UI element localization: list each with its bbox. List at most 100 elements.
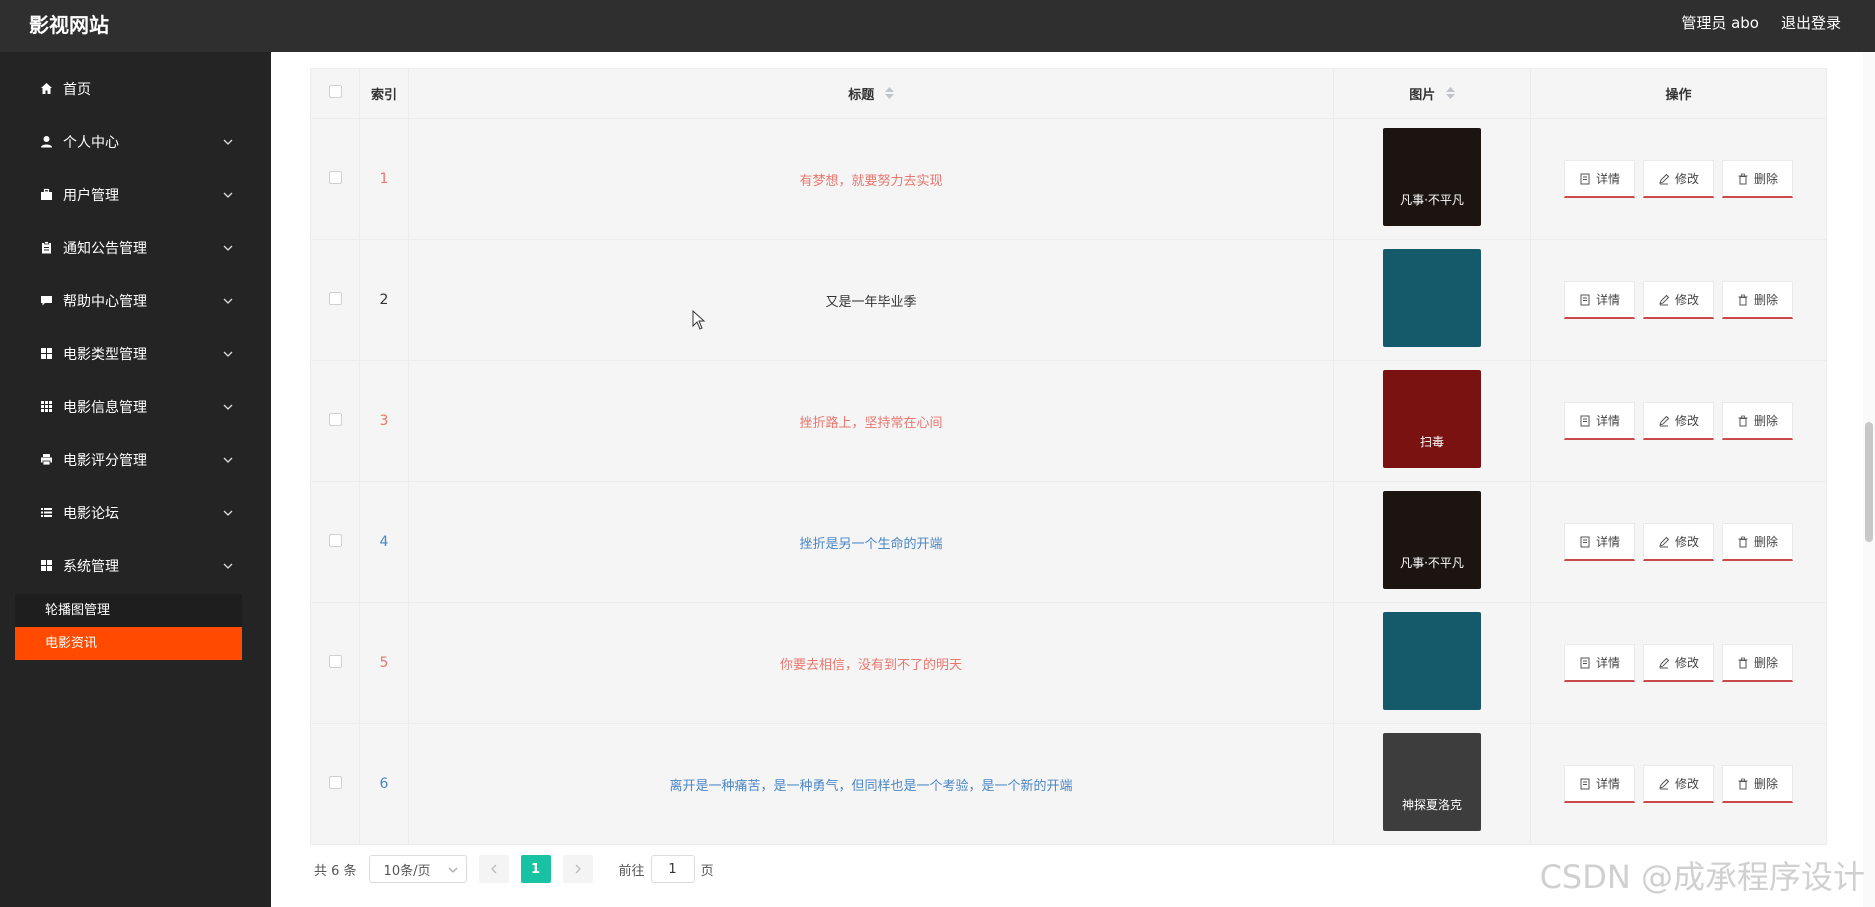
goto-page-input[interactable] xyxy=(650,855,695,883)
detail-button[interactable]: 详情 xyxy=(1563,160,1635,198)
detail-button[interactable]: 详情 xyxy=(1563,765,1635,803)
row-select-cell[interactable] xyxy=(310,602,360,724)
logout-button[interactable]: 退出登录 xyxy=(1781,12,1841,33)
edit-button[interactable]: 修改 xyxy=(1642,281,1714,319)
sidebar-item-label: 首页 xyxy=(63,81,91,98)
chevron-down-icon xyxy=(223,561,233,571)
poster-image[interactable] xyxy=(1383,612,1481,710)
sidebar-item-label: 电影论坛 xyxy=(63,505,119,522)
sort-icon[interactable] xyxy=(884,87,894,103)
row-checkbox[interactable] xyxy=(328,291,342,305)
sidebar-item[interactable]: 电影评分管理 xyxy=(0,433,271,486)
row-select-cell[interactable] xyxy=(310,723,360,845)
chevron-down-icon xyxy=(223,455,233,465)
delete-button[interactable]: 删除 xyxy=(1722,160,1794,198)
sidebar-item[interactable]: 个人中心 xyxy=(0,115,271,168)
edit-button[interactable]: 修改 xyxy=(1642,644,1714,682)
user-icon xyxy=(39,135,53,149)
list-icon xyxy=(39,506,53,520)
watermark: CSDN @成承程序设计 xyxy=(1539,858,1865,896)
edit-button[interactable]: 修改 xyxy=(1642,523,1714,561)
chevron-down-icon xyxy=(223,190,233,200)
poster-image[interactable]: 凡事·不平凡 xyxy=(1383,128,1481,226)
row-index: 6 xyxy=(359,723,409,845)
grid-icon xyxy=(39,559,53,573)
sort-icon[interactable] xyxy=(1445,87,1455,103)
poster-image[interactable] xyxy=(1383,249,1481,347)
delete-button[interactable]: 删除 xyxy=(1722,765,1794,803)
detail-button[interactable]: 详情 xyxy=(1563,281,1635,319)
poster-image[interactable]: 扫毒 xyxy=(1383,370,1481,468)
next-page-button[interactable] xyxy=(562,855,593,883)
row-actions: 详情 修改 删除 xyxy=(1530,118,1827,240)
row-checkbox[interactable] xyxy=(328,654,342,668)
poster-image[interactable]: 凡事·不平凡 xyxy=(1383,491,1481,589)
header-title[interactable]: 标题 xyxy=(408,68,1334,119)
sidebar-item[interactable]: 用户管理 xyxy=(0,168,271,221)
prev-page-button[interactable] xyxy=(478,855,509,883)
sidebar-submenu: 轮播图管理 电影资讯 xyxy=(15,594,242,660)
document-icon xyxy=(1580,294,1590,305)
detail-button[interactable]: 详情 xyxy=(1563,644,1635,682)
sidebar-item[interactable]: 电影论坛 xyxy=(0,486,271,539)
edit-button[interactable]: 修改 xyxy=(1642,765,1714,803)
edit-button[interactable]: 修改 xyxy=(1642,160,1714,198)
table-row: 2 又是一年毕业季 详情 修改 删除 xyxy=(310,239,1827,361)
header-image-label: 图片 xyxy=(1409,87,1436,103)
delete-button[interactable]: 删除 xyxy=(1722,281,1794,319)
edit-icon xyxy=(1659,778,1670,789)
detail-button[interactable]: 详情 xyxy=(1563,523,1635,561)
row-title: 你要去相信，没有到不了的明天 xyxy=(408,602,1334,724)
sidebar-item[interactable]: 帮助中心管理 xyxy=(0,274,271,327)
delete-button[interactable]: 删除 xyxy=(1722,523,1794,561)
sidebar-item-label: 电影信息管理 xyxy=(63,399,147,416)
detail-button[interactable]: 详情 xyxy=(1563,402,1635,440)
poster-image[interactable]: 神探夏洛克 xyxy=(1383,733,1481,831)
edit-button[interactable]: 修改 xyxy=(1642,402,1714,440)
sidebar-subitem[interactable]: 轮播图管理 xyxy=(15,594,242,627)
delete-button[interactable]: 删除 xyxy=(1722,644,1794,682)
page-size-select[interactable]: 10条/页 xyxy=(368,855,467,883)
select-all-checkbox[interactable] xyxy=(328,85,342,98)
row-select-cell[interactable] xyxy=(310,360,360,482)
sidebar-item-label: 用户管理 xyxy=(63,187,119,204)
page-scrollbar[interactable] xyxy=(1863,52,1875,907)
row-select-cell[interactable] xyxy=(310,239,360,361)
delete-button[interactable]: 删除 xyxy=(1722,402,1794,440)
poster-caption: 凡事·不平凡 xyxy=(1400,556,1464,570)
trash-icon xyxy=(1738,294,1748,305)
row-checkbox[interactable] xyxy=(328,412,342,426)
edit-button-label: 修改 xyxy=(1674,656,1699,670)
row-select-cell[interactable] xyxy=(310,481,360,603)
row-select-cell[interactable] xyxy=(310,118,360,240)
grid-icon xyxy=(39,347,53,361)
sidebar-item[interactable]: 电影信息管理 xyxy=(0,380,271,433)
sidebar-item[interactable]: 系统管理 xyxy=(0,539,271,592)
page-number-current[interactable]: 1 xyxy=(520,855,551,883)
document-icon xyxy=(1580,778,1590,789)
document-icon xyxy=(1580,173,1590,184)
header-image[interactable]: 图片 xyxy=(1333,68,1531,119)
chevron-down-icon xyxy=(448,862,458,877)
sidebar-item[interactable]: 首页 xyxy=(0,62,271,115)
edit-button-label: 修改 xyxy=(1674,535,1699,549)
row-title: 挫折是另一个生命的开端 xyxy=(408,481,1334,603)
row-checkbox[interactable] xyxy=(328,533,342,547)
sidebar-item-label: 电影类型管理 xyxy=(63,346,147,363)
scrollbar-thumb[interactable] xyxy=(1865,422,1873,542)
user-label[interactable]: 管理员 abo xyxy=(1681,12,1759,33)
sidebar-item[interactable]: 电影类型管理 xyxy=(0,327,271,380)
row-checkbox[interactable] xyxy=(328,775,342,789)
select-all-cell[interactable] xyxy=(310,68,360,119)
detail-button-label: 详情 xyxy=(1595,656,1620,670)
edit-button-label: 修改 xyxy=(1674,777,1699,791)
document-icon xyxy=(1580,536,1590,547)
row-checkbox[interactable] xyxy=(328,170,342,184)
row-actions: 详情 修改 删除 xyxy=(1530,723,1827,845)
goto-prefix: 前往 xyxy=(618,863,645,879)
sidebar-subitem[interactable]: 电影资讯 xyxy=(15,627,242,660)
data-table: 索引 标题 图片 操作 1 有梦想，就要努力去实现 凡事·不平凡 详情 修改 删… xyxy=(310,68,1827,845)
row-title: 又是一年毕业季 xyxy=(408,239,1334,361)
sidebar-item[interactable]: 通知公告管理 xyxy=(0,221,271,274)
row-index: 4 xyxy=(359,481,409,603)
